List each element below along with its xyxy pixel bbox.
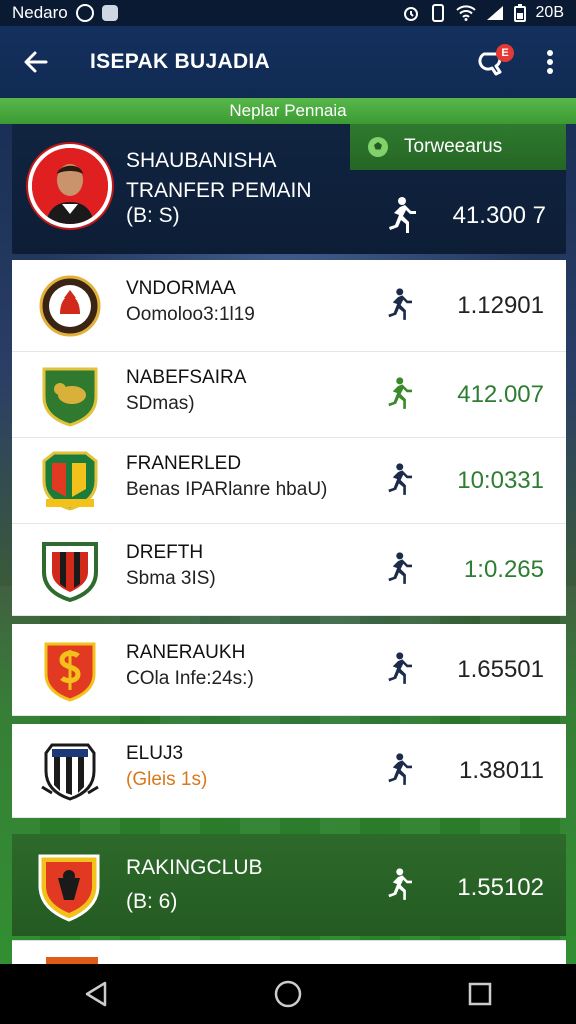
player-name-line1: SHAUBANISHA <box>126 149 277 172</box>
runner-icon <box>388 652 412 684</box>
club-name: VNDORMAA <box>126 278 236 299</box>
club-row[interactable]: RANERAUKH COla Infe:24s:) 1.65501 <box>12 624 566 716</box>
club-row[interactable]: NABEFSAIRA SDmas) 412.007 <box>12 352 566 438</box>
back-button[interactable] <box>0 26 72 98</box>
nav-recents-button[interactable] <box>440 964 520 1024</box>
follow-button[interactable]: Torweearus <box>350 124 566 170</box>
runner-icon <box>388 377 412 409</box>
arrow-left-icon <box>24 51 48 73</box>
club-crest <box>39 275 101 337</box>
club-value: 10:0331 <box>457 467 544 494</box>
club-crest <box>38 854 100 922</box>
battery-icon <box>513 4 526 22</box>
section-banner: Neplar Pennaia <box>0 98 576 124</box>
runner-icon <box>388 868 412 900</box>
signal-icon <box>486 6 503 20</box>
list-divider-gap <box>12 616 566 624</box>
club-name: NABEFSAIRA <box>126 367 247 388</box>
club-value: 1:0.265 <box>463 556 544 583</box>
runner-icon <box>388 552 412 584</box>
club-row[interactable]: DREFTH Sbma 3IS) 1:0.265 <box>12 524 566 616</box>
player-value: 41.300 7 <box>452 202 546 229</box>
triangle-back-icon <box>85 981 107 1007</box>
club-name: DREFTH <box>126 542 204 563</box>
club-subtitle: COla Infe:24s:) <box>126 668 254 689</box>
nav-home-button[interactable] <box>248 964 328 1024</box>
clock: 20B <box>535 4 564 21</box>
club-name: RANERAUKH <box>126 642 246 663</box>
status-bar: Nedaro 20B <box>0 0 576 26</box>
notification-app-icon <box>75 4 94 22</box>
circle-home-icon <box>274 980 302 1008</box>
club-name: ELUJ3 <box>126 743 184 764</box>
follow-label: Torweearus <box>404 136 503 157</box>
club-crest <box>41 743 99 801</box>
featured-player-card[interactable]: SHAUBANISHA TRANFER PEMAIN (B: S) Torwee… <box>12 124 566 254</box>
carrier-name: Nedaro <box>12 3 68 22</box>
club-value: 412.007 <box>457 381 544 408</box>
football-icon <box>368 137 388 157</box>
club-subtitle: (Gleis 1s) <box>126 769 208 790</box>
more-vertical-icon <box>547 50 553 74</box>
featured-club-row[interactable]: RAKINGCLUB (B: 6) 1.55102 <box>12 834 566 936</box>
club-value: 1.38011 <box>459 757 544 784</box>
runner-icon <box>388 463 412 495</box>
runner-icon <box>388 753 412 785</box>
club-crest <box>46 957 98 964</box>
club-list: VNDORMAA Oomoloo3:1l19 1.12901 NABEFSAIRA SD… <box>12 260 566 818</box>
page-title: ISEPAK BUJADIA <box>90 50 271 73</box>
club-crest <box>42 367 98 427</box>
club-crest <box>42 542 98 602</box>
wifi-icon <box>455 5 476 21</box>
club-row[interactable]: FRANERLED Benas IPARlanre hbaU) 10:0331 <box>12 438 566 524</box>
club-subtitle: Benas IPARlanre hbaU) <box>126 479 328 500</box>
club-row[interactable]: ELUJ3 (Gleis 1s) 1.38011 <box>12 724 566 818</box>
list-item-partial[interactable] <box>12 940 566 964</box>
alarm-icon <box>403 7 418 21</box>
club-subtitle: (B: 6) <box>126 890 178 913</box>
vibrate-icon <box>431 4 444 22</box>
nav-back-button[interactable] <box>56 964 136 1024</box>
runner-icon <box>389 197 416 233</box>
notifications-button[interactable]: E <box>464 26 524 98</box>
club-subtitle: Sbma 3IS) <box>126 568 216 589</box>
system-nav-bar <box>0 964 576 1024</box>
club-value: 1.55102 <box>457 874 544 901</box>
square-recents-icon <box>468 982 492 1006</box>
runner-icon <box>388 288 412 320</box>
club-row[interactable]: VNDORMAA Oomoloo3:1l19 1.12901 <box>12 260 566 352</box>
player-avatar <box>28 144 112 228</box>
notification-badge: E <box>496 44 514 62</box>
player-name-line2: TRANFER PEMAIN <box>126 179 312 202</box>
player-name: SHAUBANISHA TRANFER PEMAIN <box>126 146 312 206</box>
player-photo <box>32 148 108 224</box>
more-options-button[interactable] <box>524 26 576 98</box>
club-subtitle: Oomoloo3:1l19 <box>126 304 255 325</box>
club-subtitle: SDmas) <box>126 393 195 414</box>
club-name: FRANERLED <box>126 453 242 474</box>
club-name: RAKINGCLUB <box>126 856 263 879</box>
club-crest <box>42 451 98 511</box>
list-divider-gap <box>12 716 566 724</box>
app-shortcut-icon <box>101 5 118 21</box>
club-crest <box>44 642 96 702</box>
app-bar: ISEPAK BUJADIA E <box>0 26 576 98</box>
club-value: 1.65501 <box>457 656 544 683</box>
club-value: 1.12901 <box>457 292 544 319</box>
player-stat: (B: S) <box>126 204 180 227</box>
